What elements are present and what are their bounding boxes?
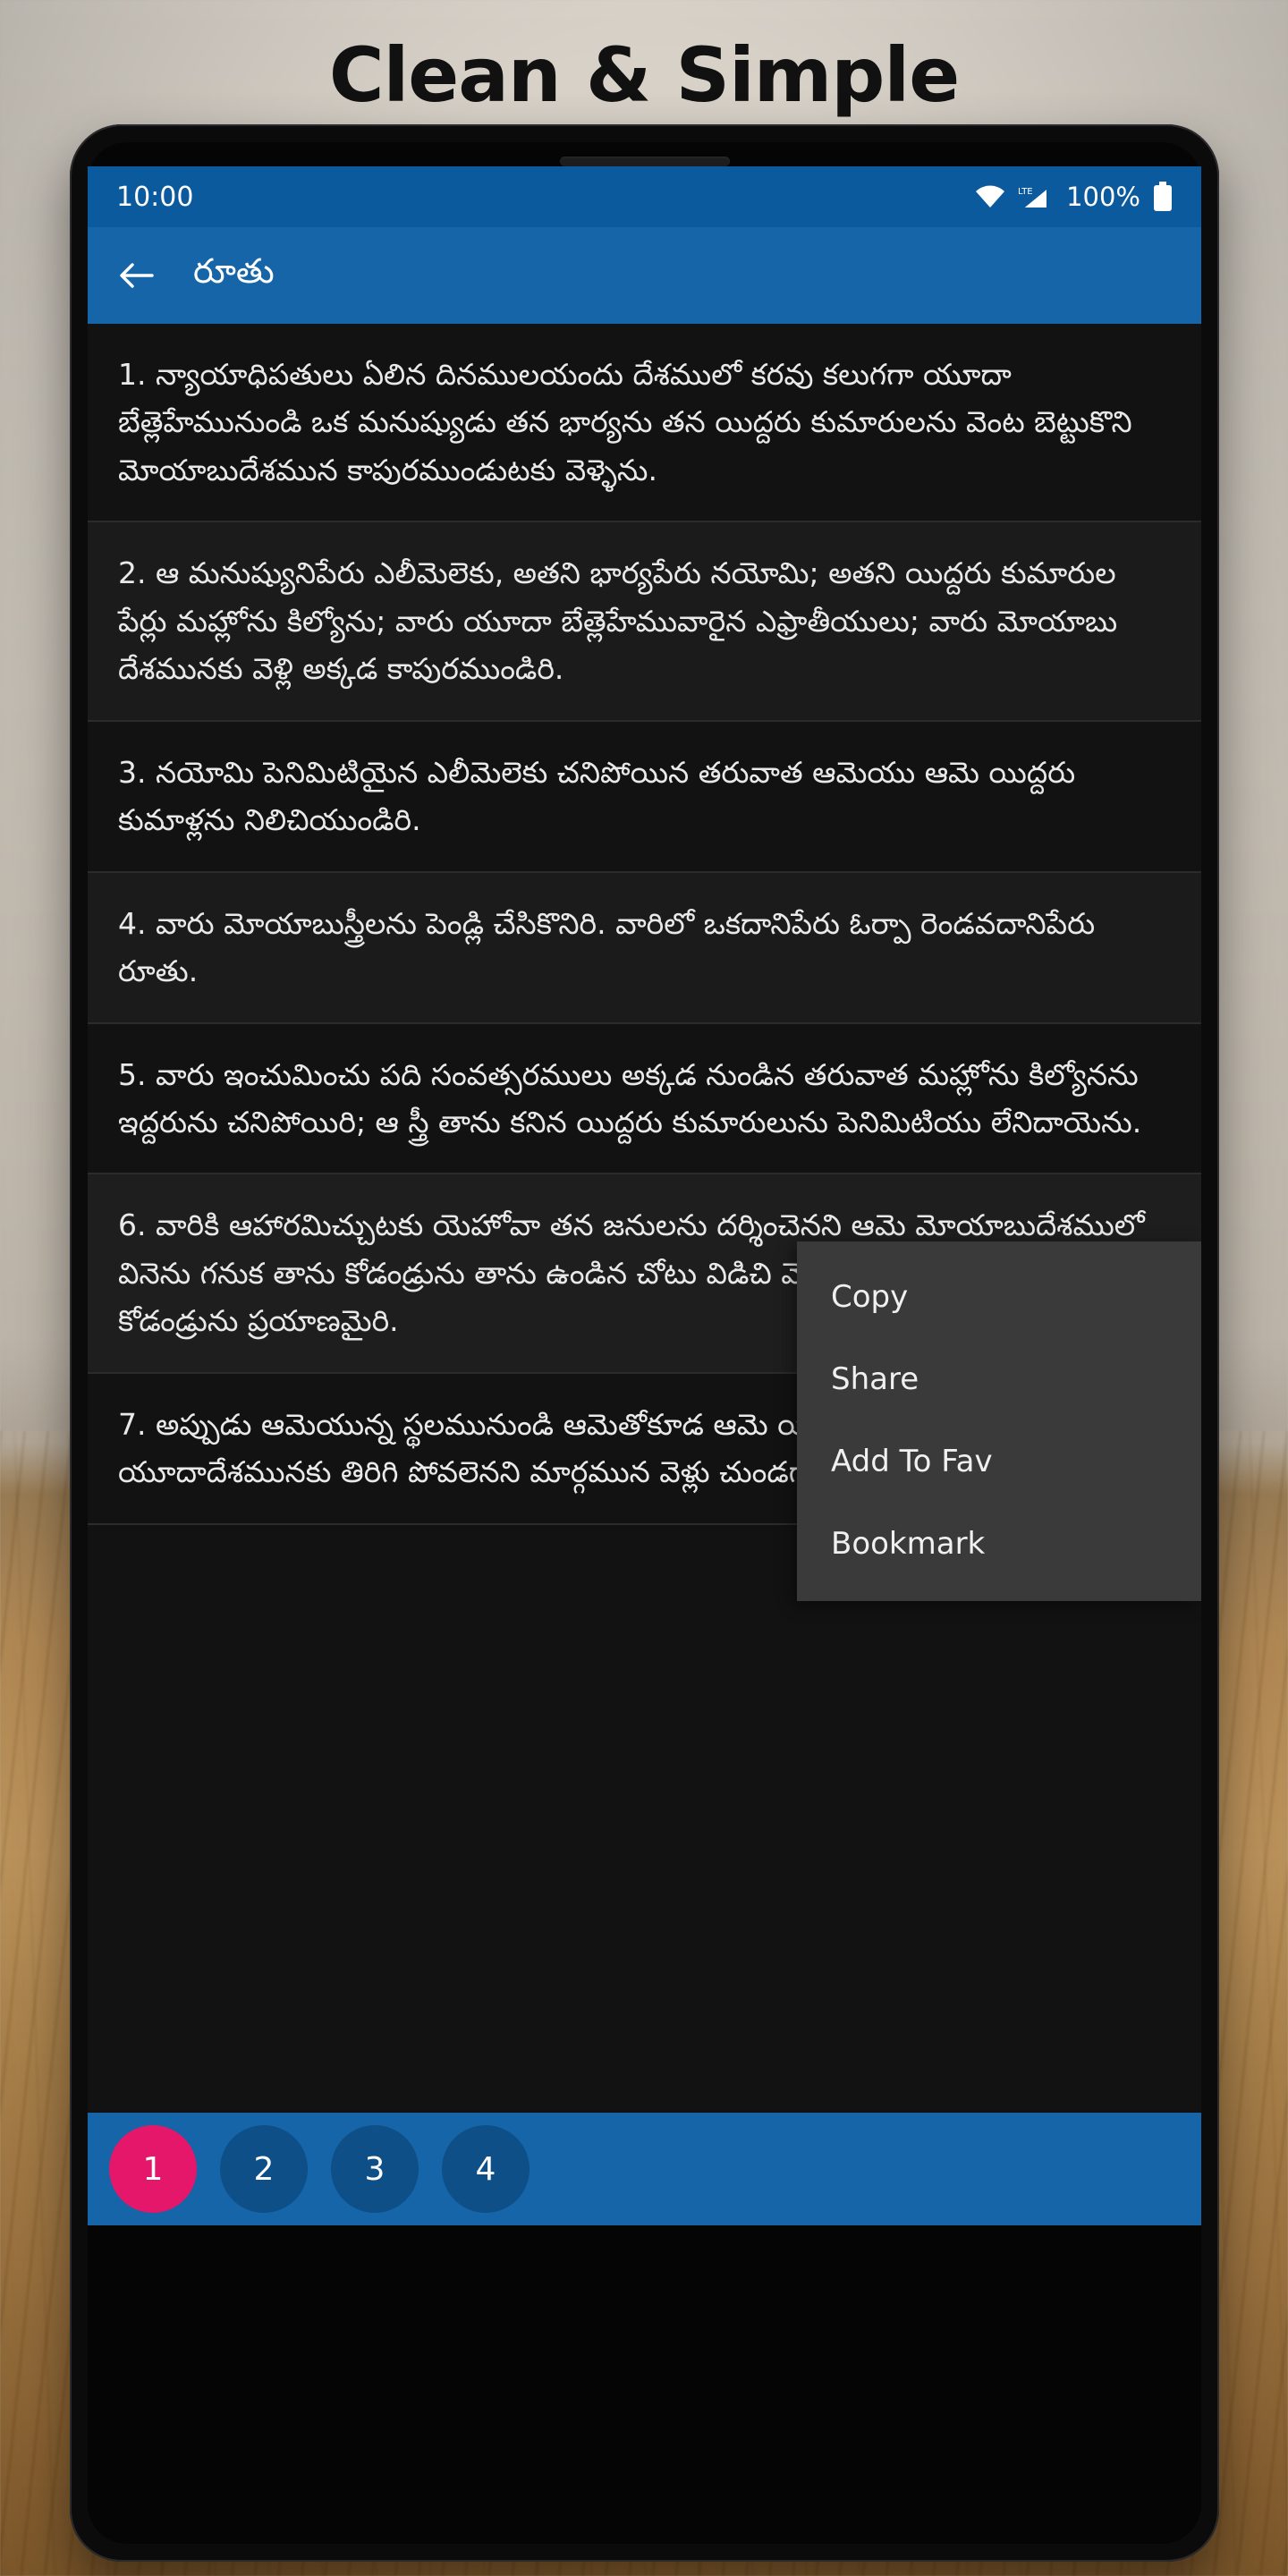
context-menu-item-copy[interactable]: Copy [797, 1256, 1201, 1338]
phone-bottom-bezel [88, 2225, 1201, 2279]
verse-list[interactable]: 1. న్యాయాధిపతులు ఏలిన దినములయందు దేశములో… [88, 324, 1201, 2113]
verse-item[interactable]: 3. నయోమి పెనిమిటియైన ఎలీమెలెకు చనిపోయిన … [88, 722, 1201, 873]
verse-item[interactable]: 2. ఆ మనుష్యునిపేరు ఎలీమెలెకు, అతని భార్య… [88, 522, 1201, 722]
page-title: Clean & Simple [328, 31, 960, 119]
status-bar: 10:00 LTE 100% [88, 166, 1201, 227]
verse-item[interactable]: 4. వారు మోయాబుస్త్రీలను పెండ్లి చేసికొని… [88, 872, 1201, 1024]
context-menu-item-add-to-fav[interactable]: Add To Fav [797, 1420, 1201, 1503]
verse-item[interactable]: 5. వారు ఇంచుమించు పది సంవత్సరములు అక్కడ … [88, 1024, 1201, 1175]
page-button-2[interactable]: 2 [220, 2125, 308, 2213]
page-button-3[interactable]: 3 [331, 2125, 419, 2213]
status-time: 10:00 [116, 181, 194, 213]
page-button-1[interactable]: 1 [109, 2125, 197, 2213]
context-menu[interactable]: Copy Share Add To Fav Bookmark [797, 1241, 1201, 1601]
back-arrow-icon[interactable] [116, 256, 156, 295]
earpiece-speaker [559, 157, 730, 166]
battery-percent-label: 100% [1066, 182, 1140, 212]
svg-text:LTE: LTE [1018, 187, 1033, 197]
app-bar-title: రూతు [193, 251, 275, 291]
battery-full-icon [1153, 182, 1173, 212]
page-button-4[interactable]: 4 [442, 2125, 530, 2213]
chapter-pager: 1 2 3 4 [88, 2113, 1201, 2225]
verse-item[interactable]: 1. న్యాయాధిపతులు ఏలిన దినములయందు దేశములో… [88, 324, 1201, 523]
wifi-icon [975, 185, 1005, 208]
context-menu-item-share[interactable]: Share [797, 1338, 1201, 1420]
context-menu-item-bookmark[interactable]: Bookmark [797, 1503, 1201, 1585]
app-bar: రూతు [88, 227, 1201, 324]
status-icons: LTE 100% [975, 182, 1173, 212]
lte-signal-icon: LTE [1018, 184, 1054, 209]
phone-screen: 10:00 LTE 100% రూతు 1. న్యాయాధిపతులు ఏలి… [88, 166, 1201, 2225]
